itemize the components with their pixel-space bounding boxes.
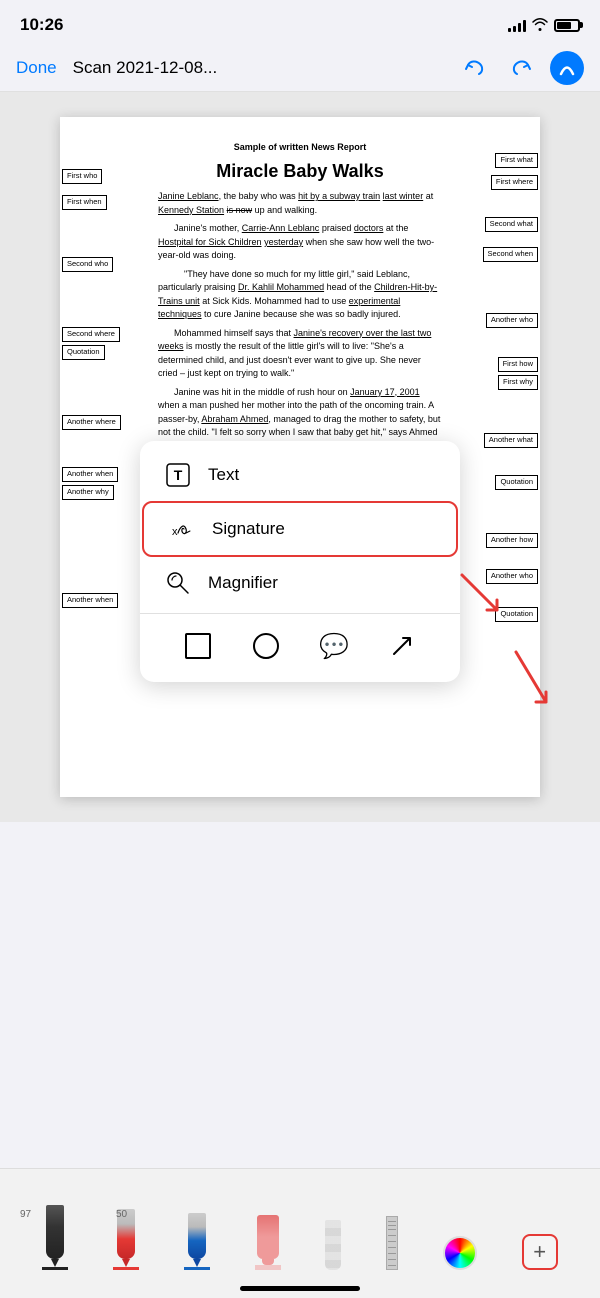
popup-item-magnifier[interactable]: Magnifier	[140, 557, 460, 609]
undo-button[interactable]	[458, 51, 492, 85]
home-bar	[0, 1278, 600, 1298]
marker-pink-icon	[257, 1215, 279, 1259]
label-first-when: First when	[62, 195, 107, 210]
pen-black-preview	[42, 1267, 68, 1270]
status-icons	[508, 17, 580, 34]
magnifier-label: Magnifier	[208, 573, 278, 593]
label-another-why: Another why	[62, 485, 114, 500]
marker-pink-tool[interactable]	[255, 1215, 281, 1270]
label-first-how: First how	[498, 357, 538, 372]
bottom-toolbar: + 97 50	[0, 1168, 600, 1298]
signature-icon: x	[168, 515, 196, 543]
shape-square-button[interactable]	[180, 628, 216, 664]
label-second-when: Second when	[483, 247, 538, 262]
label-another-who-1: Another who	[486, 313, 538, 328]
para-2: Janine's mother, Carrie-Ann Leblanc prai…	[158, 222, 442, 263]
wifi-icon	[532, 17, 548, 34]
battery-icon	[554, 19, 580, 32]
para-3: "They have done so much for my little gi…	[158, 268, 442, 322]
label-quotation-1: Quotation	[62, 345, 105, 360]
pen-black-tool[interactable]	[42, 1205, 68, 1270]
label-another-when-2: Another when	[62, 593, 118, 608]
headline: Miracle Baby Walks	[158, 158, 442, 184]
pen-black-icon	[46, 1205, 64, 1259]
ruler-icon	[386, 1216, 398, 1270]
color-wheel-tool[interactable]	[443, 1236, 477, 1270]
add-tool[interactable]: +	[522, 1234, 558, 1270]
label-first-who: First who	[62, 169, 102, 184]
marker-pink-preview	[255, 1265, 281, 1270]
done-button[interactable]: Done	[16, 58, 57, 78]
pen-blue-preview	[184, 1267, 210, 1270]
red-arrow-1	[452, 565, 512, 630]
speech-icon: 💬	[319, 632, 349, 661]
label-another-what: Another what	[484, 433, 538, 448]
label-first-what: First what	[495, 153, 538, 168]
magnifier-icon	[164, 569, 192, 597]
para-4: Mohammed himself says that Janine's reco…	[158, 327, 442, 381]
document-area: First who First when Second who Second w…	[0, 92, 600, 822]
tool-number-50: 50	[116, 1209, 127, 1220]
svg-text:x: x	[172, 526, 178, 538]
popup-item-signature[interactable]: x Signature	[142, 501, 458, 557]
color-wheel-icon	[443, 1236, 477, 1270]
pencil-tool[interactable]	[325, 1220, 341, 1270]
label-another-when-1: Another when	[62, 467, 118, 482]
shape-circle-button[interactable]	[248, 628, 284, 664]
label-quotation-2: Quotation	[495, 475, 538, 490]
status-bar: 10:26	[0, 0, 600, 44]
svg-text:T: T	[174, 467, 183, 483]
label-second-what: Second what	[485, 217, 538, 232]
label-second-who: Second who	[62, 257, 113, 272]
popup-menu: T Text x Signature	[140, 441, 460, 682]
shape-arrow-button[interactable]	[384, 628, 420, 664]
pen-blue-tool[interactable]	[184, 1213, 210, 1270]
text-label: Text	[208, 465, 239, 485]
toolbar: Done Scan 2021-12-08...	[0, 44, 600, 92]
label-another-where: Another where	[62, 415, 121, 430]
document-title: Scan 2021-12-08...	[73, 58, 446, 78]
arc-button[interactable]	[550, 51, 584, 85]
red-arrow-2	[506, 642, 556, 717]
add-icon[interactable]: +	[522, 1234, 558, 1270]
square-icon	[185, 633, 211, 659]
popup-item-text[interactable]: T Text	[140, 449, 460, 501]
redo-button[interactable]	[504, 51, 538, 85]
label-second-where: Second where	[62, 327, 120, 342]
label-another-how: Another how	[486, 533, 538, 548]
shape-speech-button[interactable]: 💬	[316, 628, 352, 664]
para-1: Janine Leblanc, the baby who was hit by …	[158, 190, 442, 217]
drawing-tools: +	[0, 1169, 600, 1278]
pen-blue-icon	[188, 1213, 206, 1259]
label-first-why: First why	[498, 375, 538, 390]
circle-icon	[253, 633, 279, 659]
signature-label: Signature	[212, 519, 285, 539]
status-time: 10:26	[20, 15, 63, 35]
tool-number-97: 97	[20, 1209, 31, 1220]
doc-body: Janine Leblanc, the baby who was hit by …	[158, 190, 442, 453]
sample-title: Sample of written News Report	[158, 141, 442, 154]
shapes-row: 💬	[140, 618, 460, 674]
signal-icon	[508, 18, 526, 32]
pencil-icon	[325, 1220, 341, 1270]
ruler-tool[interactable]	[386, 1216, 398, 1270]
text-icon: T	[164, 461, 192, 489]
popup-divider	[140, 613, 460, 614]
home-indicator	[240, 1286, 360, 1291]
pen-red-preview	[113, 1267, 139, 1270]
label-first-where: First where	[491, 175, 538, 190]
